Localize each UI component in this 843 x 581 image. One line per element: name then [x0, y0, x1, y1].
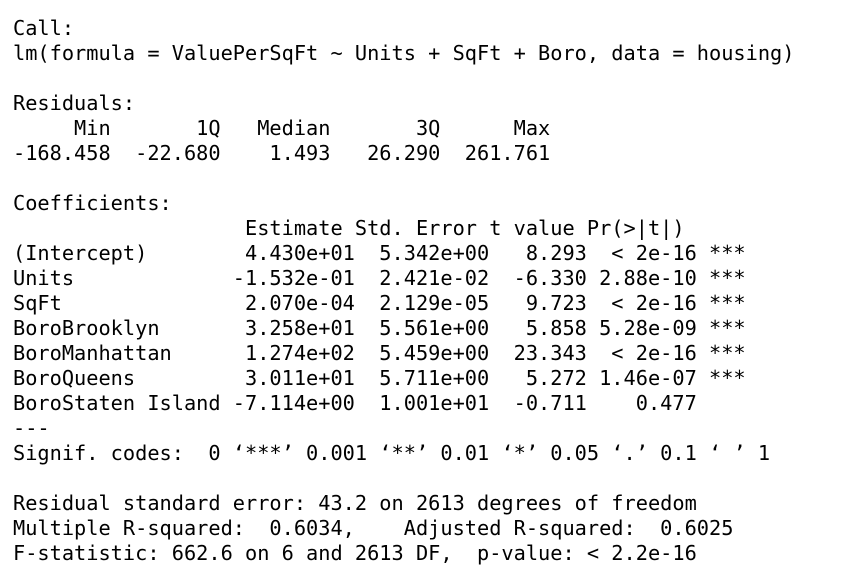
- coefficient-row-brooklyn: BoroBrooklyn 3.258e+01 5.561e+00 5.858 5…: [13, 316, 746, 340]
- f-statistic-line: F-statistic: 662.6 on 6 and 2613 DF, p-v…: [13, 541, 697, 565]
- separator-line: ---: [13, 416, 50, 440]
- coefficient-row-manhattan: BoroManhattan 1.274e+02 5.459e+00 23.343…: [13, 341, 746, 365]
- coefficient-row-staten-island: BoroStaten Island -7.114e+00 1.001e+01 -…: [13, 391, 746, 415]
- coefficient-row-units: Units -1.532e-01 2.421e-02 -6.330 2.88e-…: [13, 266, 746, 290]
- r-console-output: Call: lm(formula = ValuePerSqFt ~ Units …: [0, 0, 843, 581]
- call-formula: lm(formula = ValuePerSqFt ~ Units + SqFt…: [13, 41, 795, 65]
- residual-standard-error: Residual standard error: 43.2 on 2613 de…: [13, 491, 697, 515]
- coefficient-row-intercept: (Intercept) 4.430e+01 5.342e+00 8.293 < …: [13, 241, 746, 265]
- call-header: Call:: [13, 16, 75, 40]
- signif-codes-legend: Signif. codes: 0 ‘***’ 0.001 ‘**’ 0.01 ‘…: [13, 441, 771, 465]
- r-squared-line: Multiple R-squared: 0.6034, Adjusted R-s…: [13, 516, 746, 540]
- coefficient-row-sqft: SqFt 2.070e-04 2.129e-05 9.723 < 2e-16 *…: [13, 291, 746, 315]
- coefficients-header: Coefficients:: [13, 191, 172, 215]
- residuals-labels-row: Min 1Q Median 3Q Max: [13, 116, 563, 140]
- residuals-values-row: -168.458 -22.680 1.493 26.290 261.761: [13, 141, 563, 165]
- coefficient-row-queens: BoroQueens 3.011e+01 5.711e+00 5.272 1.4…: [13, 366, 746, 390]
- coefficients-column-header: Estimate Std. Error t value Pr(>|t|): [13, 216, 734, 240]
- residuals-header: Residuals:: [13, 91, 136, 115]
